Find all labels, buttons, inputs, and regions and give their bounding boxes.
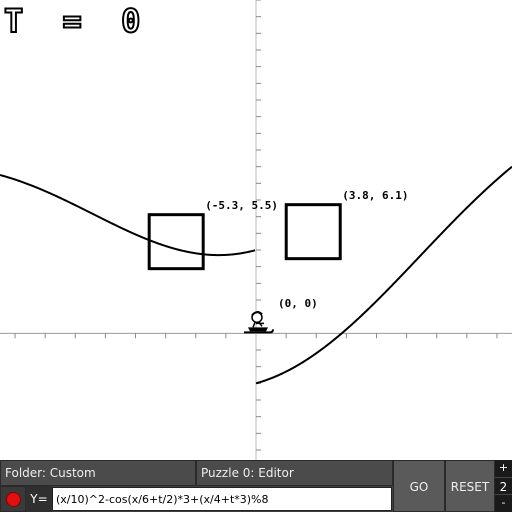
- reset-button[interactable]: RESET: [445, 460, 495, 512]
- go-button[interactable]: GO: [393, 460, 445, 512]
- player-sled-icon: [244, 311, 274, 334]
- record-dot-icon: [6, 492, 21, 507]
- toolbar: Folder: Custom Puzzle 0: Editor Y= GO RE…: [0, 460, 512, 512]
- target-coord-label: (-5.3, 5.5): [205, 198, 279, 212]
- target-square: [147, 213, 205, 271]
- speed-increase-button[interactable]: +: [495, 460, 512, 477]
- folder-selector[interactable]: Folder: Custom: [0, 460, 196, 486]
- target-square: [284, 203, 342, 261]
- puzzle-selector[interactable]: Puzzle 0: Editor: [196, 460, 393, 486]
- record-button[interactable]: [0, 486, 26, 512]
- graph-canvas: T = 0 (-5.3, 5.5) (3.8, 6.1) (0, 0): [0, 0, 512, 460]
- player-coord-label: (0, 0): [278, 297, 318, 311]
- time-display: T = 0: [3, 1, 151, 41]
- target-coord-label: (3.8, 6.1): [342, 188, 409, 202]
- speed-decrease-button[interactable]: -: [495, 495, 512, 512]
- graph-svg: [0, 0, 512, 460]
- expression-input[interactable]: [52, 487, 392, 511]
- speed-value: 2: [495, 477, 512, 495]
- y-equals-label: Y=: [26, 486, 52, 512]
